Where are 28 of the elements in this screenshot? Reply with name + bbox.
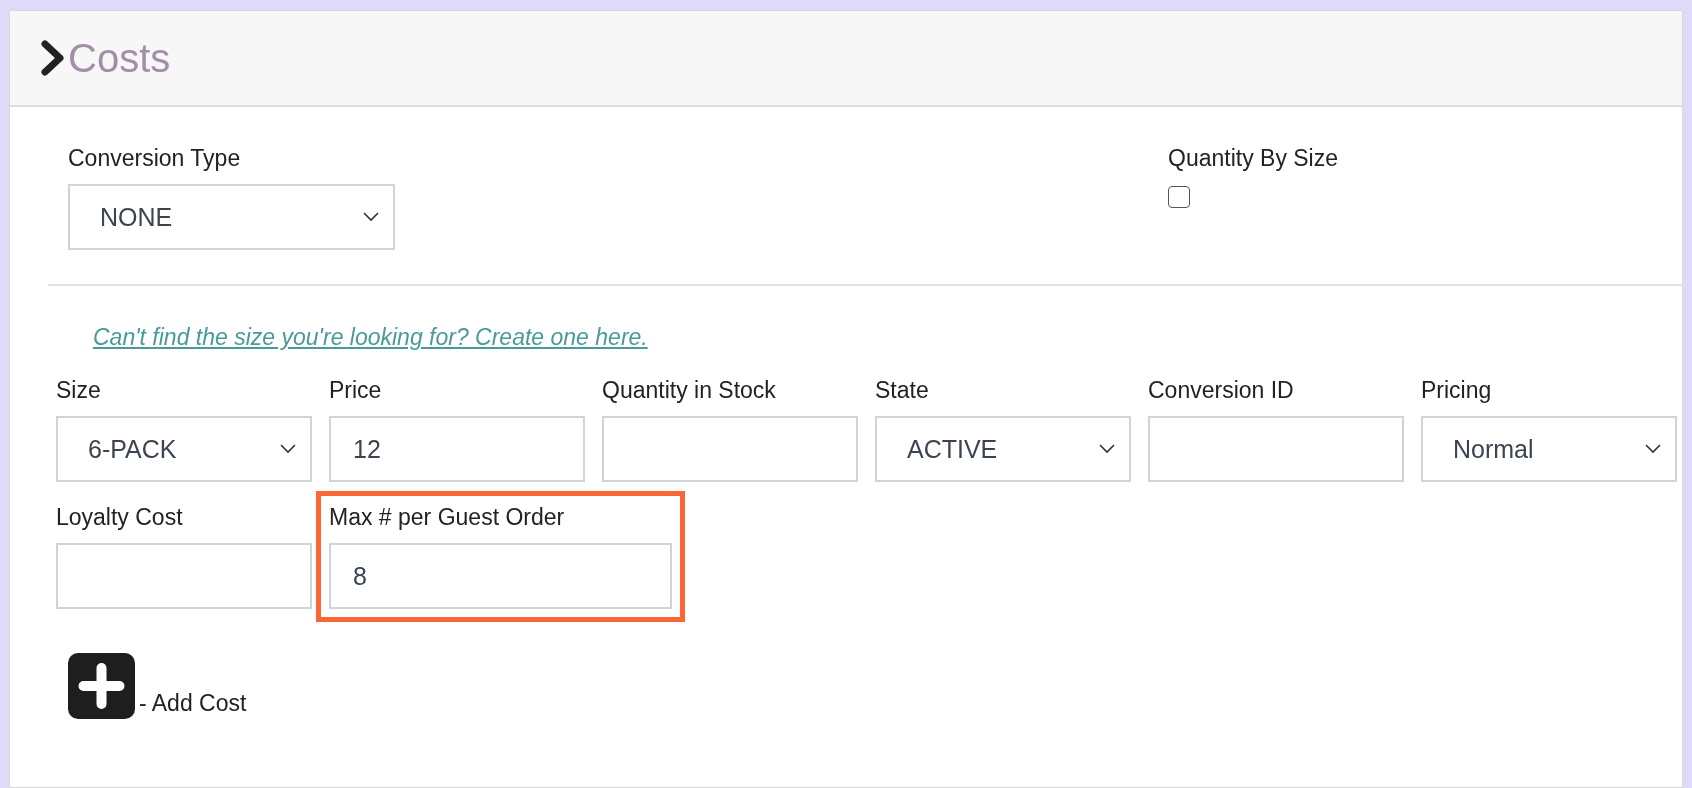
panel-title: Costs <box>68 35 171 81</box>
checkbox[interactable] <box>1168 186 1190 208</box>
field-label: Conversion Type <box>68 145 241 172</box>
input-field[interactable] <box>56 543 312 609</box>
input-field[interactable]: 12 <box>329 416 585 482</box>
input-field[interactable]: 8 <box>329 543 672 609</box>
field-label: Price <box>329 377 382 404</box>
dropdown[interactable]: Normal <box>1421 416 1677 482</box>
plus-icon[interactable] <box>68 653 135 719</box>
dropdown[interactable]: ACTIVE <box>875 416 1131 482</box>
field-label: State <box>875 377 929 404</box>
chevron-icon <box>40 38 66 78</box>
dropdown[interactable]: NONE <box>68 184 395 250</box>
input-field[interactable] <box>602 416 858 482</box>
field-label: Pricing <box>1421 377 1492 404</box>
field-label: Quantity By Size <box>1168 145 1339 172</box>
caret-icon <box>280 444 296 454</box>
add-cost-label: - Add Cost <box>139 690 247 717</box>
field-label: Quantity in Stock <box>602 377 776 404</box>
input-field[interactable] <box>1148 416 1404 482</box>
field-label: Conversion ID <box>1148 377 1294 404</box>
dropdown[interactable]: 6-PACK <box>56 416 312 482</box>
caret-icon <box>1645 444 1661 454</box>
field-label: Loyalty Cost <box>56 504 183 531</box>
field-label: Size <box>56 377 101 404</box>
field-label: Max # per Guest Order <box>329 504 565 531</box>
caret-icon <box>363 212 379 222</box>
caret-icon <box>1099 444 1115 454</box>
